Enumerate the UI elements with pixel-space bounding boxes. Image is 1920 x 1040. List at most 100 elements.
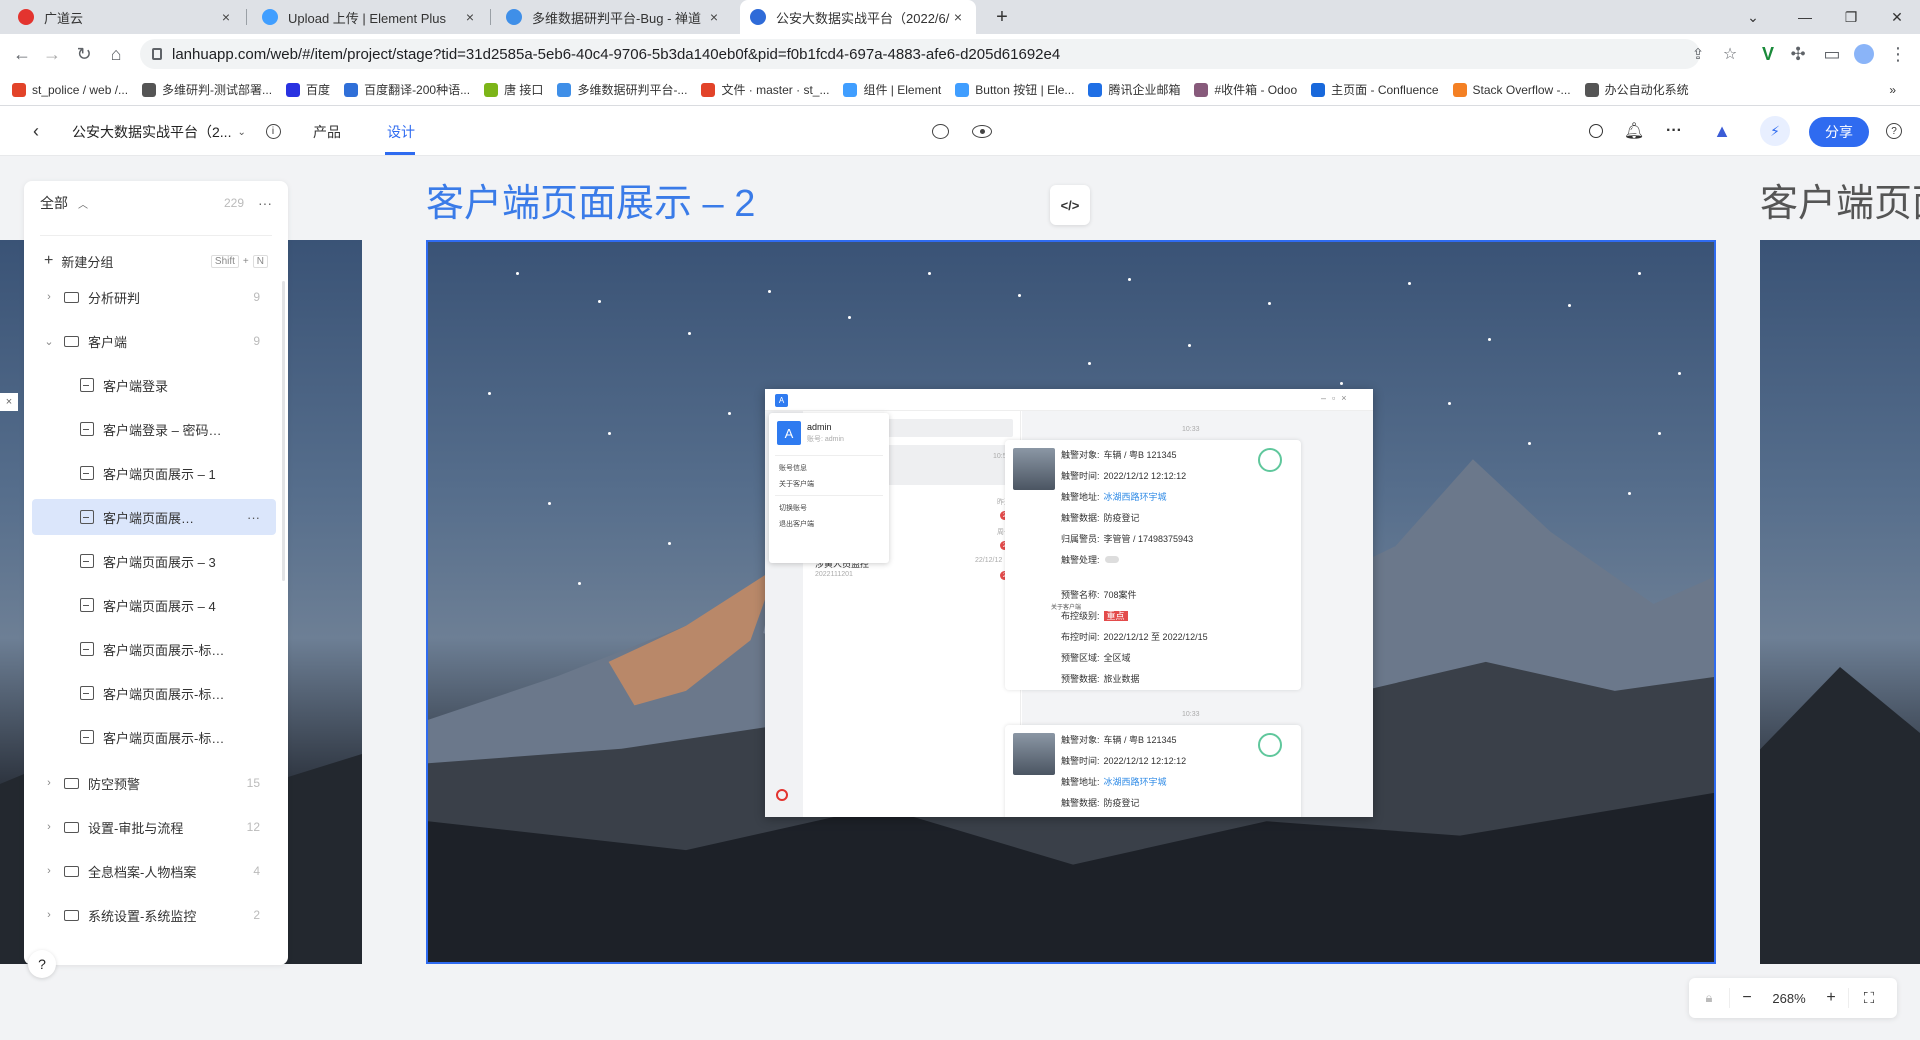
tab-title: 广道云	[44, 10, 84, 26]
sidebar-page-item[interactable]: 客户端页面展… ···	[32, 499, 276, 535]
sidebar-group[interactable]: › 防空预警 15	[24, 765, 288, 801]
bookmark-item[interactable]: 百度	[286, 81, 330, 98]
home-icon[interactable]: ⌂	[104, 42, 128, 66]
profile-avatar-icon[interactable]	[1852, 42, 1876, 66]
filter-label: 全部	[40, 195, 68, 211]
bookmark-item[interactable]: 文件 · master · st_...	[701, 81, 829, 98]
sidebar-group[interactable]: › 分析研判 9	[24, 279, 288, 315]
more-icon[interactable]: ···	[1662, 119, 1686, 143]
reload-icon[interactable]: ↻	[72, 42, 96, 66]
tab-search-icon[interactable]: ⌄	[1738, 0, 1768, 34]
image-page-icon	[80, 598, 94, 612]
new-group-button[interactable]: + 新建分组 Shift + N	[24, 243, 288, 279]
bookmark-favicon-icon	[12, 82, 26, 97]
tab-close-icon[interactable]: ×	[706, 9, 722, 25]
sidebar-group[interactable]: › 全息档案-人物档案 4	[24, 853, 288, 889]
sidebar-page-item[interactable]: 客户端页面展示-标…	[24, 631, 288, 667]
side-panel-icon[interactable]: ▭	[1820, 42, 1844, 66]
bookmark-item[interactable]: 腾讯企业邮箱	[1088, 81, 1180, 98]
star	[668, 542, 671, 545]
browser-tab[interactable]: Upload 上传 | Element Plus ×	[252, 0, 488, 34]
search-icon[interactable]	[1584, 119, 1608, 143]
bookmark-favicon-icon	[142, 82, 157, 97]
bookmark-item[interactable]: #收件箱 - Odoo	[1194, 81, 1297, 98]
bookmark-item[interactable]: Button 按钮 | Ele...	[955, 81, 1074, 98]
maximize-icon[interactable]: ❐	[1836, 0, 1866, 34]
window-close-icon[interactable]: ✕	[1882, 0, 1912, 34]
sidebar-page-item[interactable]: 客户端页面展示-标…	[24, 675, 288, 711]
sidebar-filter[interactable]: 全部 ︿ 229 ···	[24, 181, 288, 225]
tab-product[interactable]: 产品	[313, 122, 341, 142]
tab-close-icon[interactable]: ×	[950, 9, 966, 25]
sidebar-group[interactable]: › 系统设置-系统监控 2	[24, 897, 288, 933]
tab-close-icon[interactable]: ×	[462, 9, 478, 25]
lightning-icon[interactable]: ⚡︎	[1760, 116, 1790, 146]
frame-title[interactable]: 客户端页面展示 – 2	[426, 172, 755, 227]
more-icon[interactable]: ···	[247, 510, 260, 525]
sidebar-group[interactable]: › 设置-审批与流程 12	[24, 809, 288, 845]
bookmark-item[interactable]: 多维数据研判平台-...	[557, 81, 687, 98]
browser-tab[interactable]: 公安大数据实战平台（2022/6/1…×	[740, 0, 976, 34]
url-bar[interactable]: lanhuapp.com/web/#/item/project/stage?ti…	[140, 39, 1700, 69]
share-page-icon[interactable]: ⇪	[1686, 42, 1710, 66]
comment-icon[interactable]	[928, 119, 952, 143]
bookmark-label: Stack Overflow -...	[1472, 82, 1571, 97]
sidebar-page-item[interactable]: 客户端登录 – 密码…	[24, 411, 288, 447]
bookmark-star-icon[interactable]: ☆	[1718, 42, 1742, 66]
sidebar-scrollbar[interactable]	[282, 281, 285, 581]
help-icon[interactable]: ?	[1882, 119, 1906, 143]
bookmark-item[interactable]: 唐 接口	[484, 81, 543, 98]
sidebar-page-item[interactable]: 客户端登录	[24, 367, 288, 403]
bookmark-item[interactable]: 办公自动化系统	[1584, 81, 1689, 98]
field-row: 布控级别: 重点	[1061, 609, 1128, 622]
bookmark-item[interactable]: 百度翻译-200种语...	[344, 81, 470, 98]
bookmark-item[interactable]: Stack Overflow -...	[1452, 82, 1571, 97]
extension-v-icon[interactable]: V	[1756, 42, 1780, 66]
new-tab-button[interactable]: +	[985, 0, 1019, 34]
bookmark-item[interactable]: 多维研判-测试部署...	[142, 81, 272, 98]
more-icon[interactable]: ···	[258, 195, 272, 211]
browser-menu-icon[interactable]: ⋮	[1886, 42, 1910, 66]
field-key: 布控时间:	[1061, 632, 1100, 642]
lanhu-logo-icon[interactable]: ▲	[1710, 119, 1734, 143]
info-icon[interactable]: i	[261, 119, 285, 143]
zoom-in-button[interactable]: +	[1814, 989, 1848, 1007]
tab-close-icon[interactable]: ×	[218, 9, 234, 25]
browser-tab[interactable]: 多维数据研判平台-Bug - 禅道 ×	[496, 0, 732, 34]
bookmark-item[interactable]: 主页面 - Confluence	[1311, 81, 1439, 98]
bookmark-item[interactable]: st_police / web /...	[12, 82, 128, 97]
help-button[interactable]: ?	[28, 950, 56, 978]
share-button[interactable]: 分享	[1809, 117, 1869, 147]
project-switcher[interactable]: 公安大数据实战平台（2... ⌄	[72, 122, 246, 142]
browser-tab[interactable]: 广道云 ×	[8, 0, 244, 34]
sidebar-page-item[interactable]: 客户端页面展示 – 1	[24, 455, 288, 491]
field-value: 车辆 / 粤B 121345	[1103, 735, 1177, 745]
zoom-out-button[interactable]: −	[1730, 989, 1764, 1007]
extensions-puzzle-icon[interactable]: ✣	[1786, 42, 1810, 66]
minimize-icon[interactable]: —	[1790, 0, 1820, 34]
field-value: 2022/12/12 至 2022/12/15	[1103, 632, 1208, 642]
bookmark-favicon-icon	[1194, 82, 1209, 97]
sidebar-page-item[interactable]: 客户端页面展示 – 3	[24, 543, 288, 579]
close-icon[interactable]: ×	[0, 393, 18, 411]
forward-icon[interactable]: →	[40, 42, 64, 66]
next-frame-image[interactable]	[1760, 240, 1920, 964]
bookmark-item[interactable]: 组件 | Element	[843, 81, 941, 98]
next-frame-title[interactable]: 客户端页面	[1760, 172, 1920, 227]
back-icon[interactable]: ←	[10, 42, 34, 66]
sidebar-group[interactable]: ⌄ 客户端 9	[24, 323, 288, 359]
back-arrow-icon[interactable]: ‹	[24, 119, 48, 143]
field-value: 旅业数据	[1103, 674, 1140, 684]
tab-design[interactable]: 设计	[387, 122, 415, 142]
preview-eye-icon[interactable]	[970, 119, 994, 143]
sidebar-page-item[interactable]: 客户端页面展示-标…	[24, 719, 288, 755]
code-view-button[interactable]: </>	[1050, 185, 1090, 225]
lock-icon[interactable]: 🔒︎	[1689, 990, 1729, 1006]
sidebar-page-item[interactable]: 客户端页面展示 – 4	[24, 587, 288, 623]
zoom-level[interactable]: 268%	[1764, 991, 1814, 1006]
star	[1128, 278, 1131, 281]
fullscreen-icon[interactable]: ⛶	[1849, 990, 1889, 1007]
notification-bell-icon[interactable]: 🔔︎	[1622, 119, 1646, 143]
star	[848, 316, 851, 319]
more-bookmarks-icon[interactable]: »	[1889, 83, 1896, 97]
